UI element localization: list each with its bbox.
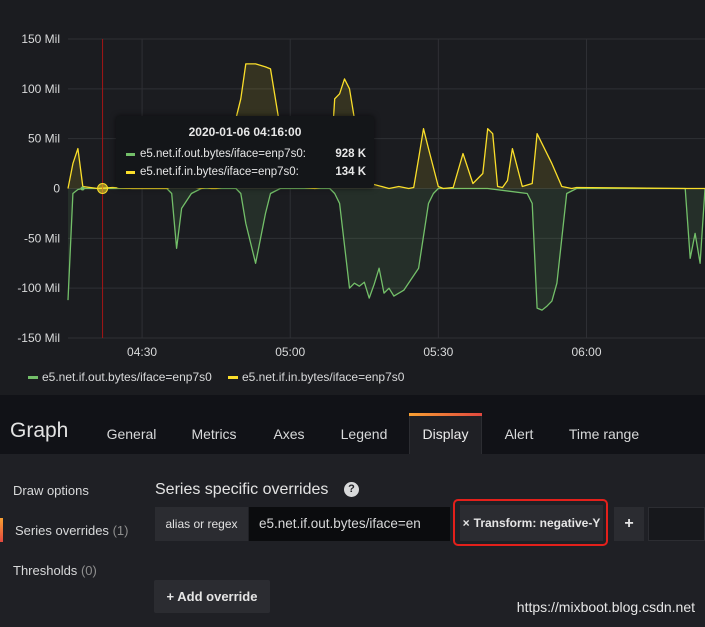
y-axis: 150 Mil 100 Mil 50 Mil 0 -50 Mil -100 Mil -150… xyxy=(17,32,60,345)
tab-axes[interactable]: Axes xyxy=(258,414,320,454)
sidebar-item-count: (1) xyxy=(112,523,129,538)
sidebar-item-label: Thresholds xyxy=(13,563,78,578)
series-area-0 xyxy=(68,188,705,311)
sidebar-item-count: (0) xyxy=(80,563,97,578)
legend-item-in-bytes[interactable]: e5.net.if.in.bytes/iface=enp7s0 xyxy=(228,370,404,384)
sidebar-item-label: Series overrides xyxy=(15,523,109,538)
add-transform-button[interactable]: + xyxy=(614,507,644,541)
y-tick-label: 50 Mil xyxy=(28,132,60,146)
y-tick-label: -50 Mil xyxy=(24,231,60,245)
x-tick-label: 04:30 xyxy=(127,345,157,359)
x-tick-label: 05:00 xyxy=(275,345,305,359)
sidebar-item-draw-options[interactable]: Draw options xyxy=(13,483,89,498)
sidebar-active-indicator xyxy=(0,518,3,542)
alias-label: alias or regex xyxy=(155,507,248,541)
tab-legend[interactable]: Legend xyxy=(328,414,400,454)
empty-override-slot xyxy=(648,507,705,541)
plus-icon: + xyxy=(624,515,634,532)
add-override-button[interactable]: + Add override xyxy=(154,580,270,613)
x-tick-label: 05:30 xyxy=(423,345,453,359)
tab-metrics[interactable]: Metrics xyxy=(178,414,250,454)
legend-swatch xyxy=(228,376,238,380)
panel-type-title: Graph xyxy=(10,419,69,442)
legend-label: e5.net.if.out.bytes/iface=enp7s0 xyxy=(42,370,212,384)
transform-override-tag[interactable]: × Transform: negative-Y xyxy=(460,505,603,541)
legend-label: e5.net.if.in.bytes/iface=enp7s0 xyxy=(242,370,405,384)
sidebar-item-thresholds[interactable]: Thresholds (0) xyxy=(13,563,97,578)
transform-label: Transform: negative-Y xyxy=(473,516,601,530)
y-tick-label: -150 Mil xyxy=(17,331,60,345)
tooltip-swatch xyxy=(126,171,135,174)
watermark-text: https://mixboot.blog.csdn.net xyxy=(516,599,695,615)
x-axis: 04:30 05:00 05:30 06:00 xyxy=(127,345,602,359)
tooltip-series-name: e5.net.if.in.bytes/iface=enp7s0: xyxy=(140,166,299,178)
hover-point-dot xyxy=(80,186,85,191)
tooltip-row: e5.net.if.out.bytes/iface=enp7s0: 928 K xyxy=(126,148,366,164)
tab-alert[interactable]: Alert xyxy=(490,414,548,454)
tooltip-series-value: 928 K xyxy=(335,148,366,160)
plus-icon: + xyxy=(166,589,175,604)
remove-icon[interactable]: × xyxy=(463,516,470,530)
hover-point-marker xyxy=(97,183,109,194)
section-title: Series specific overrides xyxy=(155,481,329,498)
sidebar-item-series-overrides[interactable]: Series overrides (1) xyxy=(15,523,128,538)
tab-general[interactable]: General xyxy=(93,414,170,454)
y-tick-label: 0 xyxy=(53,182,60,196)
tooltip-row: e5.net.if.in.bytes/iface=enp7s0: 134 K xyxy=(126,166,366,182)
tab-time-range[interactable]: Time range xyxy=(558,414,650,454)
tooltip-swatch xyxy=(126,153,135,156)
tooltip-series-value: 134 K xyxy=(335,166,366,178)
tab-display[interactable]: Display xyxy=(409,413,482,454)
hover-tooltip: 2020-01-06 04:16:00 e5.net.if.out.bytes/… xyxy=(116,116,374,188)
question-circle-icon[interactable]: ? xyxy=(344,482,359,497)
y-tick-label: -100 Mil xyxy=(17,281,60,295)
network-graph-chart[interactable]: 150 Mil 100 Mil 50 Mil 0 -50 Mil -100 Mil -150… xyxy=(0,0,705,395)
graph-panel: 150 Mil 100 Mil 50 Mil 0 -50 Mil -100 Mil -150… xyxy=(0,0,705,395)
sidebar-item-label: Draw options xyxy=(13,483,89,498)
x-tick-label: 06:00 xyxy=(571,345,601,359)
legend-swatch xyxy=(28,376,38,380)
tooltip-time: 2020-01-06 04:16:00 xyxy=(188,125,302,139)
tooltip-series-name: e5.net.if.out.bytes/iface=enp7s0: xyxy=(140,148,306,160)
y-tick-label: 150 Mil xyxy=(21,32,60,46)
y-tick-label: 100 Mil xyxy=(21,82,60,96)
alias-regex-input[interactable]: e5.net.if.out.bytes/iface=en xyxy=(249,507,450,541)
add-override-label: Add override xyxy=(177,589,258,604)
legend-item-out-bytes[interactable]: e5.net.if.out.bytes/iface=enp7s0 xyxy=(28,370,212,384)
